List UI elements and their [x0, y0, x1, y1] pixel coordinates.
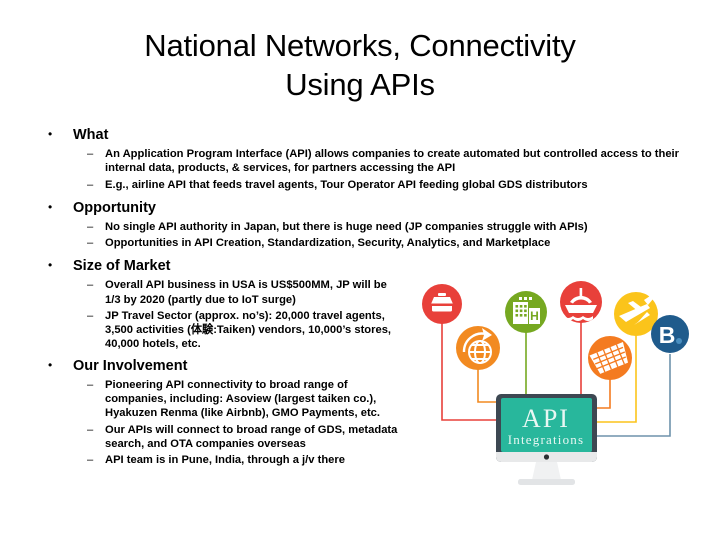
booking-b-icon: B	[651, 315, 689, 353]
bullet-heading-what: • What	[0, 126, 720, 145]
sub-bullet-label: API team is in Pune, India, through a j/…	[105, 454, 345, 467]
sub-bullet-label: Pioneering API connectivity to broad ran…	[105, 378, 380, 420]
bullet-heading-label: Our Involvement	[73, 357, 188, 374]
sub-bullet-label: E.g., airline API that feeds travel agen…	[105, 178, 588, 191]
airplane-icon	[614, 292, 658, 336]
dash-marker-icon: –	[87, 309, 94, 322]
dash-marker-icon: –	[87, 279, 94, 292]
bullet-group-what: • What – An Application Program Interfac…	[0, 126, 720, 192]
dash-marker-icon: –	[87, 454, 94, 467]
monitor-title: API	[522, 404, 570, 433]
page-title: National Networks, Connectivity Using AP…	[60, 26, 660, 104]
sub-bullet-label: Overall API business in USA is US$500MM,…	[105, 279, 387, 306]
bullet-heading-label: Opportunity	[73, 199, 156, 216]
monitor-subtitle: Integrations	[508, 432, 585, 447]
bullet-marker-icon: •	[48, 199, 53, 214]
hotel-h-letter: H	[530, 309, 539, 323]
booking-b-letter: B	[659, 322, 676, 348]
bullet-marker-icon: •	[48, 127, 53, 141]
page-title-line-1: National Networks, Connectivity	[144, 28, 576, 63]
bullet-marker-icon: •	[48, 357, 53, 372]
bullet-heading-opportunity: • Opportunity	[0, 199, 720, 218]
dash-marker-icon: –	[87, 423, 94, 436]
monitor-power-dot	[543, 454, 550, 460]
bullet-marker-icon: •	[48, 258, 53, 273]
ticket-icon	[588, 336, 632, 380]
monitor-stand-base	[518, 479, 575, 485]
page-title-line-2: Using APIs	[285, 67, 435, 103]
sub-bullet-label: Opportunities in API Creation, Standardi…	[105, 237, 551, 249]
sub-bullet-item: – An Application Program Interface (API)…	[0, 147, 720, 176]
dash-marker-icon: –	[87, 178, 94, 191]
ship-icon	[560, 281, 602, 323]
monitor-stand-neck	[532, 462, 561, 480]
dash-marker-icon: –	[87, 147, 94, 160]
monitor: API Integrations	[496, 394, 597, 485]
taxi-icon	[422, 284, 462, 324]
bullet-group-opportunity: • Opportunity – No single API authority …	[0, 199, 720, 251]
dash-marker-icon: –	[87, 237, 94, 249]
sub-bullet-label: No single API authority in Japan, but th…	[105, 220, 588, 233]
sub-bullet-label: JP Travel Sector (approx. no’s): 20,000 …	[105, 309, 392, 351]
api-integrations-illustration: H B API Integrations	[420, 272, 712, 512]
dash-marker-icon: –	[87, 378, 94, 391]
sub-bullet-label: Our APIs will connect to broad range of …	[105, 423, 398, 450]
sub-bullet-item: – No single API authority in Japan, but …	[0, 220, 720, 234]
bullet-heading-label: Size of Market	[73, 258, 171, 275]
dash-marker-icon: –	[87, 220, 94, 233]
globe-plane-icon	[456, 326, 500, 370]
sub-bullet-item: – Opportunities in API Creation, Standar…	[0, 236, 720, 250]
bullet-heading-label: What	[73, 127, 109, 143]
sub-bullet-label: An Application Program Interface (API) a…	[105, 147, 679, 175]
hotel-icon: H	[505, 291, 547, 333]
sub-bullet-item: – E.g., airline API that feeds travel ag…	[0, 178, 720, 192]
